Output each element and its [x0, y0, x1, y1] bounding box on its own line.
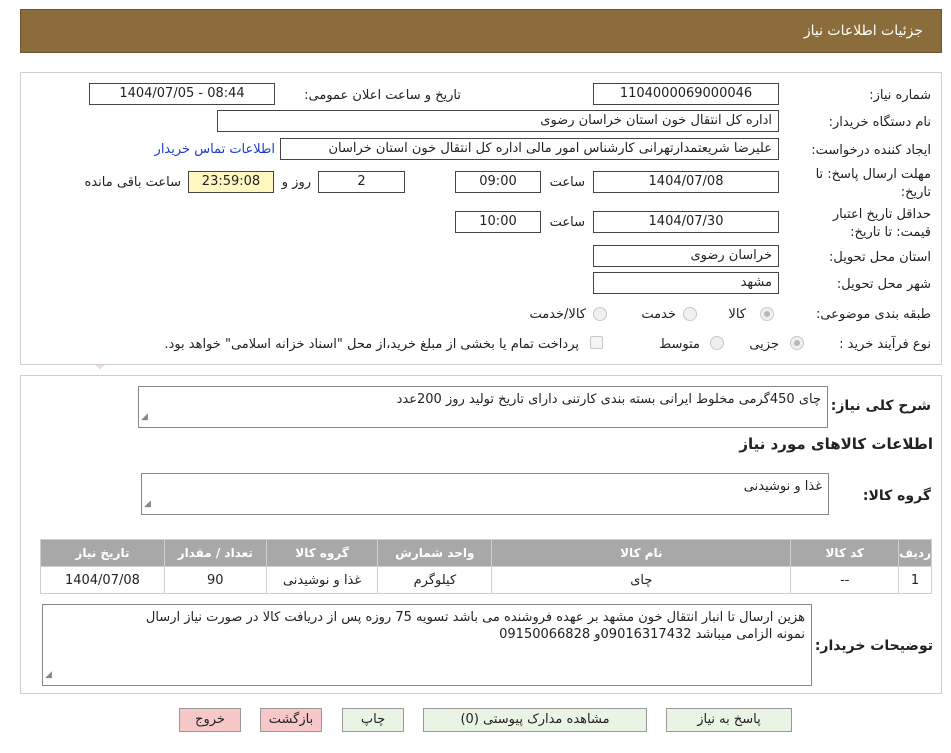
- category-option-service: خدمت: [641, 307, 676, 322]
- goods-section-title: اطلاعات کالاهای مورد نیاز: [739, 435, 933, 453]
- city-field[interactable]: مشهد: [593, 272, 779, 294]
- cell-unit: کیلوگرم: [377, 566, 493, 594]
- cell-quantity: 90: [163, 566, 267, 594]
- category-option-both: کالا/خدمت: [529, 307, 586, 322]
- buyer-contact-link[interactable]: اطلاعات تماس خریدار: [155, 142, 275, 157]
- days-remaining-field[interactable]: 2: [318, 171, 405, 193]
- table-header-row: ردیف کد کالا نام کالا واحد شمارش گروه کا…: [40, 539, 932, 567]
- col-goods-name: نام کالا: [491, 539, 792, 567]
- buyer-org-field[interactable]: اداره کل انتقال خون استان خراسان رضوی: [217, 110, 779, 132]
- payment-note: پرداخت تمام یا بخشی از مبلغ خرید،از محل …: [164, 337, 579, 352]
- goods-group-text: غذا و نوشیدنی: [743, 479, 822, 494]
- buyer-notes-label: توضیحات خریدار:: [814, 638, 933, 654]
- need-number-label: شماره نیاز:: [869, 88, 931, 103]
- deadline-label-line2: تاریخ:: [900, 185, 931, 200]
- announce-field[interactable]: 1404/07/05 - 08:44: [89, 83, 275, 105]
- buyer-notes-line1: هزین ارسال تا انبار انتقال خون مشهد بر ع…: [145, 610, 805, 625]
- col-need-date: تاریخ نیاز: [40, 539, 165, 567]
- view-documents-button[interactable]: مشاهده مدارک پیوستی (0): [423, 708, 647, 732]
- validity-time-field[interactable]: 10:00: [455, 211, 541, 233]
- need-number-field[interactable]: 1104000069000046: [593, 83, 779, 105]
- goods-group-label: گروه کالا:: [862, 488, 931, 504]
- page-header: جزئیات اطلاعات نیاز: [20, 9, 942, 53]
- province-field[interactable]: خراسان رضوی: [593, 245, 779, 267]
- deadline-label-line1: مهلت ارسال پاسخ: تا: [815, 167, 931, 182]
- resize-grip-icon[interactable]: ◢: [45, 667, 52, 684]
- col-row-number: ردیف: [898, 539, 932, 567]
- exit-button[interactable]: خروج: [179, 708, 241, 732]
- col-quantity: تعداد / مقدار: [163, 539, 267, 567]
- treasury-checkbox[interactable]: [590, 336, 603, 349]
- validity-time-label: ساعت: [549, 215, 585, 230]
- announce-label: تاریخ و ساعت اعلان عمومی:: [304, 88, 461, 103]
- resize-grip-icon[interactable]: ◢: [144, 496, 151, 513]
- table-row[interactable]: 1 -- چای کیلوگرم غذا و نوشیدنی 90 1404/0…: [40, 566, 932, 594]
- process-option-medium: متوسط: [659, 337, 700, 352]
- deadline-time-field[interactable]: 09:00: [455, 171, 541, 193]
- page-title: جزئیات اطلاعات نیاز: [803, 23, 923, 39]
- buyer-notes-textarea[interactable]: هزین ارسال تا انبار انتقال خون مشهد بر ع…: [42, 604, 812, 686]
- print-button[interactable]: چاپ: [342, 708, 404, 732]
- cell-row-number: 1: [898, 566, 932, 594]
- buyer-org-label: نام دستگاه خریدار:: [828, 115, 931, 130]
- goods-group-textarea[interactable]: غذا و نوشیدنی ◢: [141, 473, 829, 515]
- validity-label-line2: قیمت: تا تاریخ:: [850, 225, 931, 240]
- city-label: شهر محل تحویل:: [836, 277, 931, 292]
- process-radio-minor[interactable]: [790, 336, 804, 350]
- goods-table: ردیف کد کالا نام کالا واحد شمارش گروه کا…: [40, 539, 932, 594]
- deadline-date-field[interactable]: 1404/07/08: [593, 171, 779, 193]
- province-label: استان محل تحویل:: [829, 250, 931, 265]
- creator-field[interactable]: علیرضا شریعتمدارتهرانی کارشناس امور مالی…: [280, 138, 779, 160]
- deadline-time-label: ساعت: [549, 175, 585, 190]
- resize-grip-icon[interactable]: ◢: [141, 409, 148, 426]
- back-button[interactable]: بازگشت: [260, 708, 322, 732]
- category-radio-service[interactable]: [683, 307, 697, 321]
- process-label: نوع فرآیند خرید :: [839, 337, 931, 352]
- validity-date-field[interactable]: 1404/07/30: [593, 211, 779, 233]
- category-option-goods: کالا: [728, 307, 746, 322]
- col-unit: واحد شمارش: [377, 539, 493, 567]
- validity-label-line1: حداقل تاریخ اعتبار: [832, 207, 931, 222]
- creator-label: ایجاد کننده درخواست:: [811, 143, 931, 158]
- summary-text: چای 450گرمی مخلوط ایرانی بسته بندی کارتن…: [396, 392, 821, 407]
- category-label: طبقه بندی موضوعی:: [815, 307, 931, 322]
- cell-goods-code: --: [790, 566, 900, 594]
- remaining-label: ساعت باقی مانده: [84, 175, 181, 190]
- buyer-notes-line2: نمونه الزامی میباشد 09016317432و 0915006…: [499, 627, 805, 642]
- summary-textarea[interactable]: چای 450گرمی مخلوط ایرانی بسته بندی کارتن…: [138, 386, 828, 428]
- col-goods-code: کد کالا: [790, 539, 900, 567]
- summary-label: شرح کلی نیاز:: [830, 398, 931, 414]
- remaining-time-field: 23:59:08: [188, 171, 274, 193]
- col-goods-group: گروه کالا: [265, 539, 379, 567]
- process-option-minor: جزیی: [749, 337, 779, 352]
- category-radio-goods[interactable]: [760, 307, 774, 321]
- reply-button[interactable]: پاسخ به نیاز: [666, 708, 792, 732]
- cell-need-date: 1404/07/08: [40, 566, 165, 594]
- category-radio-both[interactable]: [593, 307, 607, 321]
- process-radio-medium[interactable]: [710, 336, 724, 350]
- days-label: روز و: [281, 175, 311, 190]
- cell-goods-group: غذا و نوشیدنی: [265, 566, 379, 594]
- cell-goods-name: چای: [491, 566, 792, 594]
